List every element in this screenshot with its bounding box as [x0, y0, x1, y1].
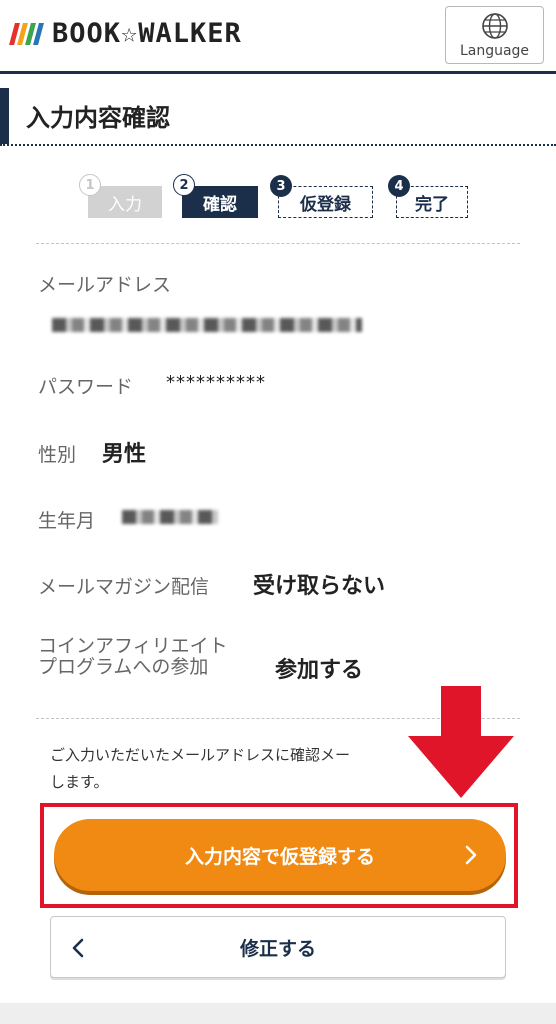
newsletter-value: 受け取らない — [253, 574, 386, 599]
page-title: 入力内容確認 — [26, 104, 170, 132]
bookwalker-logo[interactable]: BOOK☆WALKER — [9, 18, 242, 49]
notice-line1: ご入力いただいたメールアドレスに確認メー — [50, 746, 351, 764]
password-value: ********** — [166, 372, 266, 393]
language-label: Language — [459, 42, 530, 59]
step-number: 3 — [270, 175, 292, 197]
title-accent — [0, 88, 9, 144]
birth-label: 生年月 — [38, 510, 96, 532]
divider — [36, 243, 520, 244]
step-number: 4 — [388, 175, 410, 197]
newsletter-label: メールマガジン配信 — [38, 576, 210, 598]
site-header: BOOK☆WALKER Language — [0, 0, 556, 74]
step-confirm: 2 確認 — [173, 174, 258, 218]
gender-label: 性別 — [38, 444, 77, 466]
chevron-left-icon — [72, 938, 84, 958]
provisional-register-button[interactable]: 入力内容で仮登録する — [54, 819, 506, 891]
submit-highlight-frame: 入力内容で仮登録する — [40, 803, 518, 908]
logo-mark — [9, 22, 44, 45]
password-label: パスワード — [38, 376, 134, 398]
step-provisional-registration: 3 仮登録 — [270, 175, 373, 218]
step-label: 仮登録 — [300, 194, 351, 215]
email-value-redacted — [52, 318, 362, 332]
page-title-bar: 入力内容確認 — [0, 88, 556, 146]
affiliate-label-line1: コインアフィリエイト — [38, 635, 228, 657]
step-label: 完了 — [415, 194, 449, 215]
gender-value: 男性 — [102, 442, 147, 467]
step-number: 2 — [173, 174, 195, 196]
email-label: メールアドレス — [38, 274, 172, 296]
language-button[interactable]: Language — [445, 6, 544, 64]
affiliate-value: 参加する — [275, 658, 364, 683]
step-input: 1 入力 — [79, 174, 162, 218]
submit-button-label: 入力内容で仮登録する — [184, 845, 375, 868]
chevron-right-icon — [465, 845, 477, 865]
notice-line2: します。 — [50, 773, 109, 791]
step-complete: 4 完了 — [388, 175, 468, 218]
logo-text: BOOK☆WALKER — [52, 18, 242, 49]
progress-steps: 1 入力 2 確認 3 仮登録 4 完了 — [0, 172, 556, 222]
edit-button-label: 修正する — [239, 937, 316, 960]
affiliate-label-line2: プログラムへの参加 — [38, 656, 209, 678]
step-label: 入力 — [108, 194, 142, 215]
globe-icon — [481, 12, 508, 39]
birth-value-redacted — [122, 510, 218, 524]
edit-button[interactable]: 修正する — [50, 916, 506, 978]
red-arrow-icon — [408, 686, 514, 798]
step-label: 確認 — [203, 194, 237, 215]
footer-band — [0, 1003, 556, 1024]
step-number: 1 — [79, 174, 101, 196]
